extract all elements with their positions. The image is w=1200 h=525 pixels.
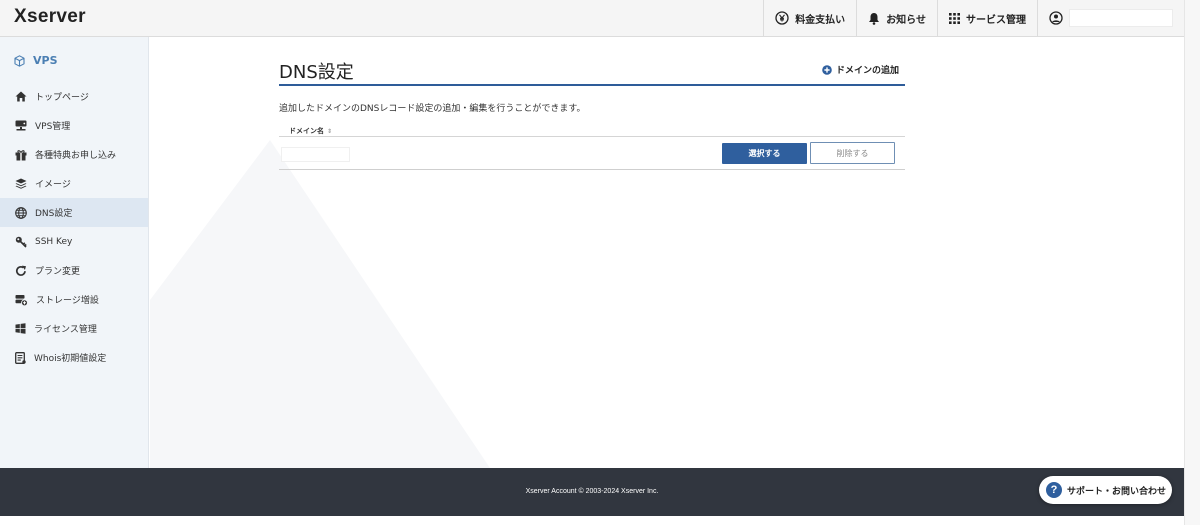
sidebar-item-label: DNS設定 <box>35 209 73 219</box>
plus-circle-icon <box>822 64 832 75</box>
header-nav-label: お知らせ <box>886 14 926 26</box>
sidebar-item-license-management[interactable]: ライセンス管理 <box>0 314 148 343</box>
header-nav-label: サービス管理 <box>966 14 1026 26</box>
select-button[interactable]: 選択する <box>722 143 807 164</box>
column-header-domain-name[interactable]: ドメイン名 ⇕ <box>289 126 332 136</box>
add-domain-label: ドメインの追加 <box>836 66 900 76</box>
sidebar-item-vps-management[interactable]: VPS管理 <box>0 111 148 140</box>
bell-icon <box>869 12 880 25</box>
globe-icon <box>15 206 27 219</box>
background-watermark <box>150 140 490 468</box>
sidebar-item-label: VPS管理 <box>35 122 71 132</box>
header-nav-service[interactable]: サービス管理 <box>937 0 1037 36</box>
server-icon <box>15 120 27 131</box>
sidebar-item-image[interactable]: イメージ <box>0 169 148 198</box>
grid-icon <box>949 12 960 24</box>
sidebar-title[interactable]: VPS <box>14 54 58 67</box>
sidebar-item-top-page[interactable]: トップページ <box>0 82 148 111</box>
account-name-field[interactable] <box>1069 9 1173 27</box>
delete-button[interactable]: 削除する <box>810 142 895 164</box>
sidebar-item-ssh-key[interactable]: SSH Key <box>0 227 148 256</box>
cube-icon <box>14 54 25 67</box>
sidebar-item-storage-expansion[interactable]: ストレージ増設 <box>0 285 148 314</box>
user-circle-icon <box>1049 11 1063 25</box>
document-list-icon <box>15 351 26 364</box>
column-header-label: ドメイン名 <box>289 127 324 135</box>
question-icon: ? <box>1046 482 1062 498</box>
refresh-icon <box>16 265 26 276</box>
bottom-strip <box>0 516 1184 525</box>
support-contact-label: サポート・お問い合わせ <box>1067 486 1167 497</box>
sidebar-item-benefits[interactable]: 各種特典お申し込み <box>0 140 148 169</box>
app-window: Xserver 料金支払い お知らせ サービス管理 VPS トップページ VPS… <box>0 0 1184 525</box>
page-scrollbar[interactable] <box>1184 0 1200 525</box>
footer: Xserver Account © 2003-2024 Xserver Inc. <box>0 468 1184 516</box>
layers-icon <box>15 178 27 189</box>
key-icon <box>15 236 27 248</box>
sidebar-item-plan-change[interactable]: プラン変更 <box>0 256 148 285</box>
sidebar-item-label: ライセンス管理 <box>34 325 97 335</box>
sort-icon: ⇕ <box>327 127 333 135</box>
table-header-divider <box>279 136 905 137</box>
header-account[interactable] <box>1037 0 1184 36</box>
sidebar-item-dns-settings[interactable]: DNS設定 <box>0 198 148 227</box>
top-header: Xserver 料金支払い お知らせ サービス管理 <box>0 0 1184 37</box>
sidebar-item-label: ストレージ増設 <box>36 296 99 306</box>
sidebar-item-label: イメージ <box>35 180 71 190</box>
domain-name-cell <box>281 147 350 162</box>
header-nav-label: 料金支払い <box>795 14 846 26</box>
header-nav-notice[interactable]: お知らせ <box>856 0 937 36</box>
sidebar-item-label: Whois初期値設定 <box>34 354 107 364</box>
sidebar-item-label: プラン変更 <box>35 267 81 277</box>
sidebar-menu: トップページ VPS管理 各種特典お申し込み イメージ DNS設定 SSH Ke… <box>0 82 148 372</box>
yen-circle-icon <box>775 11 789 25</box>
windows-icon <box>15 323 26 334</box>
support-contact-button[interactable]: ? サポート・お問い合わせ <box>1039 476 1172 504</box>
header-nav-payment[interactable]: 料金支払い <box>763 0 856 36</box>
header-nav: 料金支払い お知らせ サービス管理 <box>763 0 1184 36</box>
gift-icon <box>15 149 27 160</box>
sidebar-item-label: SSH Key <box>35 236 73 247</box>
xserver-logo[interactable]: Xserver <box>14 6 86 28</box>
sidebar: VPS トップページ VPS管理 各種特典お申し込み イメージ DNS設定 SS… <box>0 37 149 468</box>
page-title: DNS設定 <box>279 62 354 83</box>
sidebar-item-label: トップページ <box>35 93 89 103</box>
page-description: 追加したドメインのDNSレコード設定の追加・編集を行うことができます。 <box>279 104 586 114</box>
footer-copyright: Xserver Account © 2003-2024 Xserver Inc. <box>525 488 659 495</box>
sidebar-item-label: 各種特典お申し込み <box>35 151 117 161</box>
sidebar-title-label: VPS <box>33 54 58 67</box>
add-domain-link[interactable]: ドメインの追加 <box>822 63 899 76</box>
table-row-divider <box>279 169 905 170</box>
sidebar-item-whois-defaults[interactable]: Whois初期値設定 <box>0 343 148 372</box>
home-icon <box>15 91 27 102</box>
storage-add-icon <box>15 294 28 306</box>
title-divider <box>279 84 905 86</box>
